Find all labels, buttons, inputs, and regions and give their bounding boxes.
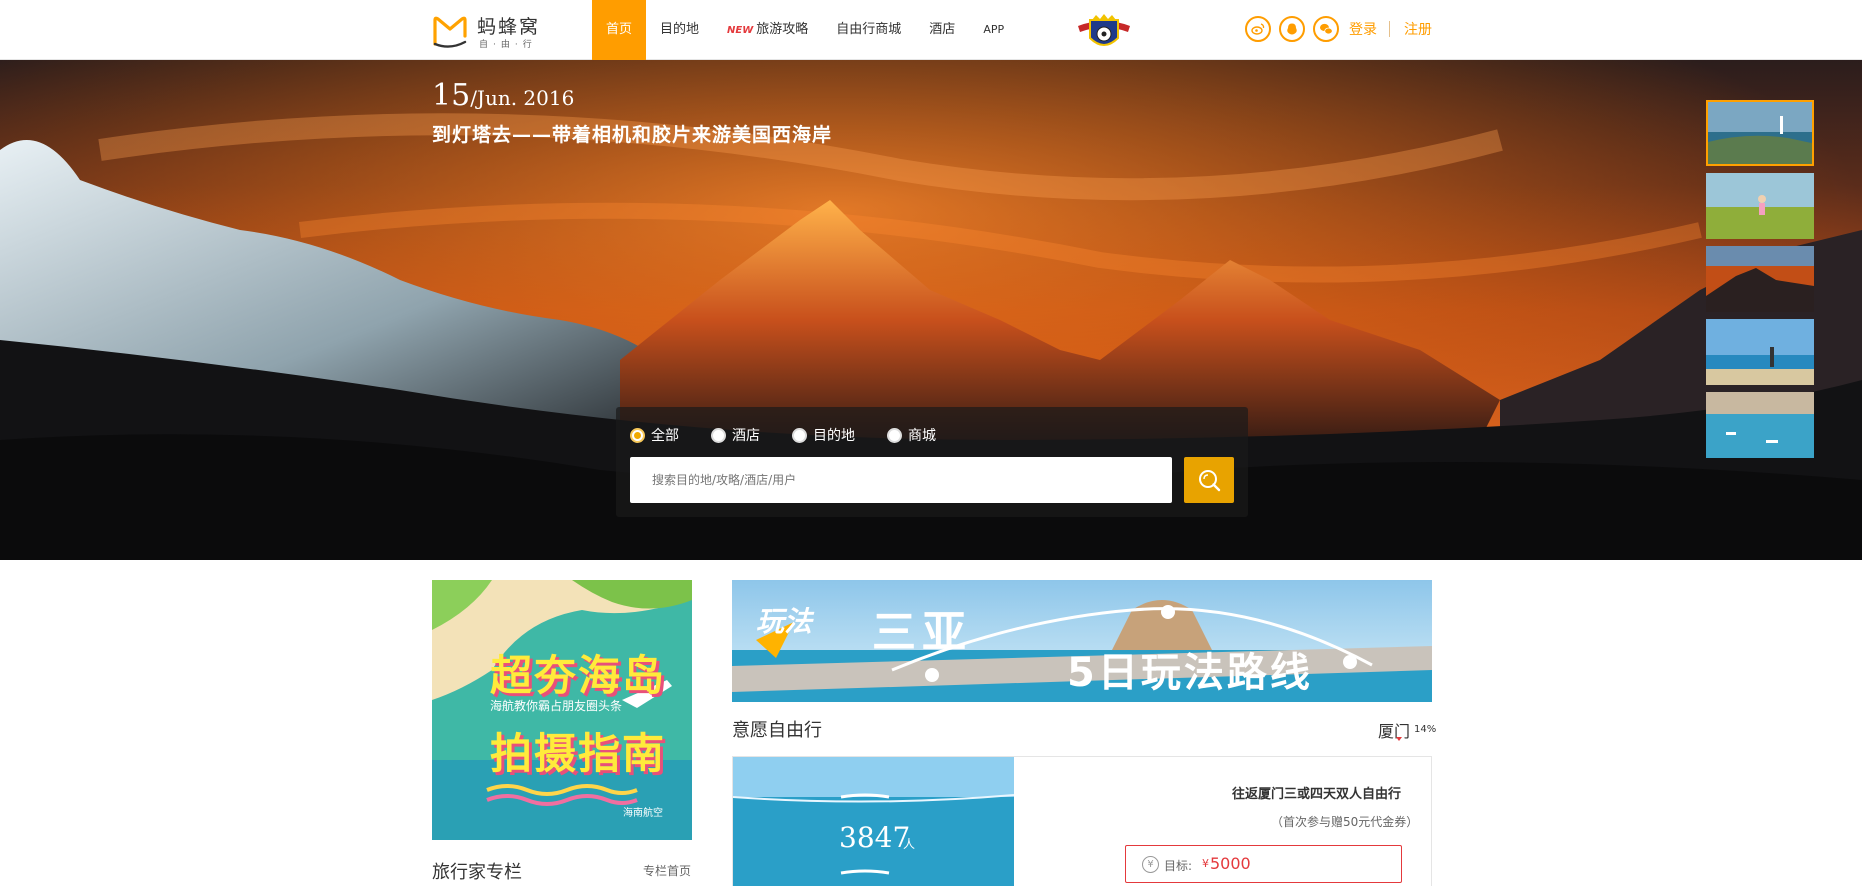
wish-percent: 14% [1414, 724, 1437, 735]
register-link[interactable]: 注册 [1404, 19, 1432, 39]
search-option-all-label: 全部 [651, 428, 679, 444]
logo-text: 蚂蜂窝 [477, 16, 541, 38]
new-badge: NEW [727, 25, 754, 36]
radio-destination[interactable] [792, 427, 807, 443]
qq-icon[interactable] [1279, 16, 1305, 42]
sanya-ad-city: 三亚 [872, 607, 972, 658]
thumbnail-lighthouse[interactable] [1706, 100, 1814, 166]
participant-unit: 人 [903, 837, 916, 851]
wish-city-selector[interactable]: 厦门 [1378, 718, 1410, 742]
search-input[interactable] [630, 457, 1172, 503]
auth-divider [1389, 21, 1390, 37]
hero-title[interactable]: 到灯塔去——带着相机和胶片来游美国西海岸 [432, 120, 832, 147]
traveler-column-title: 旅行家专栏 [432, 862, 522, 883]
participant-count: 3847 [839, 821, 911, 854]
trip-coupon-note: （首次参与赠50元代金券） [1271, 815, 1419, 829]
hero-date: 15/Jun. 2016 [432, 78, 574, 113]
logo-mark-icon [433, 16, 467, 48]
search-option-all[interactable]: 全部 [630, 425, 679, 445]
island-ad-headline: 超夯海岛 [490, 651, 667, 700]
goal-value: 5000 [1210, 854, 1251, 873]
nav-item-destination[interactable]: 目的地 [646, 0, 713, 60]
radio-hotel[interactable] [711, 427, 726, 443]
nav-item-guides-label: 旅游攻略 [756, 22, 809, 37]
nav-item-app[interactable]: APP [969, 0, 1018, 60]
wish-trip-card[interactable]: 3847 人 往返厦门三或四天双人自由行 （首次参与赠50元代金券） ¥ 目标:… [732, 756, 1432, 886]
search-options: 全部 酒店 目的地 商城 [630, 425, 968, 445]
island-photo-guide-ad[interactable]: 超夯海岛 海航教你霸占朋友圈头条 拍摄指南 海南航空 [432, 580, 692, 840]
site-header: 蚂蜂窝 自·由·行 首页 目的地 NEW 旅游攻略 自由行商城 酒店 APP 登录… [0, 0, 1862, 60]
logo-subtitle: 自·由·行 [479, 40, 537, 50]
football-badge-icon[interactable] [1072, 12, 1136, 52]
site-logo[interactable]: 蚂蜂窝 自·由·行 [431, 12, 561, 52]
search-option-hotel-label: 酒店 [732, 428, 760, 444]
column-home-link[interactable]: 专栏首页 [643, 862, 691, 879]
island-ad-subtitle: 海航教你霸占朋友圈头条 [490, 699, 623, 713]
nav-item-hotel[interactable]: 酒店 [915, 0, 969, 60]
yuan-icon: ¥ [1142, 856, 1159, 873]
sanya-route-ad[interactable]: 玩法 三亚 5日玩法路线 [732, 580, 1432, 702]
search-panel: 全部 酒店 目的地 商城 [616, 407, 1248, 517]
island-ad-headline-2: 拍摄指南 [490, 729, 667, 778]
search-option-destination-label: 目的地 [813, 428, 855, 444]
goal-currency: ¥ [1202, 857, 1209, 870]
radio-all[interactable] [630, 427, 645, 443]
goal-label: 目标: [1164, 859, 1193, 873]
thumbnail-sunset-mountain[interactable] [1706, 246, 1814, 312]
wish-travel-title: 意愿自由行 [732, 720, 822, 741]
social-and-auth: 登录 注册 [1245, 16, 1432, 42]
search-button[interactable] [1184, 457, 1234, 503]
thumbnail-harbor[interactable] [1706, 392, 1814, 458]
thumbnail-field[interactable] [1706, 173, 1814, 239]
nav-item-mall[interactable]: 自由行商城 [822, 0, 915, 60]
main-nav: 首页 目的地 NEW 旅游攻略 自由行商城 酒店 APP [592, 0, 1018, 60]
hero-date-month: /Jun. 2016 [470, 86, 575, 110]
caret-down-icon [1396, 737, 1402, 741]
thumbnail-beach[interactable] [1706, 319, 1814, 385]
hainan-airlines-logo: 海南航空 [623, 808, 663, 819]
search-option-destination[interactable]: 目的地 [792, 425, 855, 445]
nav-item-home[interactable]: 首页 [592, 0, 647, 60]
radio-mall[interactable] [887, 427, 902, 443]
goal-box[interactable]: ¥ 目标: ¥ 5000 [1125, 845, 1402, 883]
search-icon [1199, 470, 1221, 492]
search-option-hotel[interactable]: 酒店 [711, 425, 760, 445]
search-option-mall-label: 商城 [908, 428, 936, 444]
trip-name[interactable]: 往返厦门三或四天双人自由行 [1232, 783, 1401, 802]
sanya-ad-tag: 玩法 [756, 605, 813, 638]
sanya-ad-route: 5日玩法路线 [1067, 650, 1313, 696]
nav-item-guides[interactable]: NEW 旅游攻略 [713, 0, 822, 60]
login-link[interactable]: 登录 [1349, 19, 1377, 39]
hero-banner: 15/Jun. 2016 到灯塔去——带着相机和胶片来游美国西海岸 全部 酒店 … [0, 60, 1862, 560]
wechat-icon[interactable] [1313, 16, 1339, 42]
search-option-mall[interactable]: 商城 [887, 425, 936, 445]
hero-thumbnails [1706, 100, 1814, 465]
weibo-icon[interactable] [1245, 16, 1271, 42]
hero-date-day: 15 [432, 78, 471, 113]
